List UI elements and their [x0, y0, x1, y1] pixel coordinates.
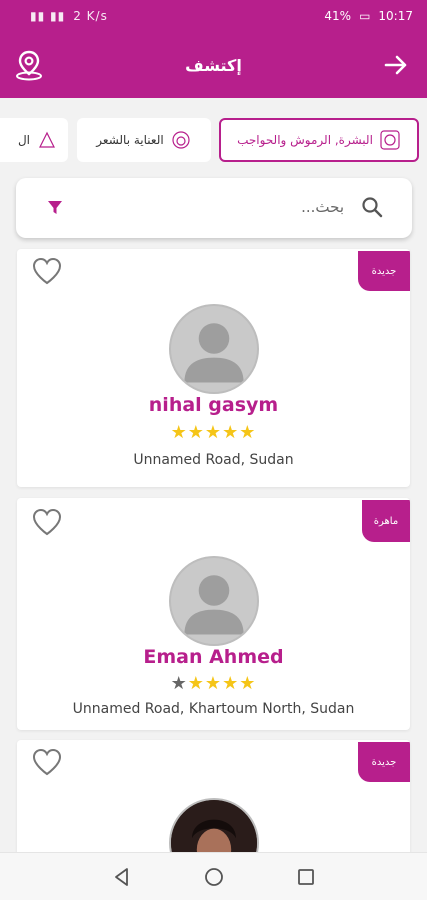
half-star-icon: ★	[170, 673, 188, 694]
category-skin-lashes-brows[interactable]: البشرة, الرموش والحواجب	[219, 118, 419, 162]
status-badge: ماهرة	[362, 500, 410, 542]
heart-icon[interactable]	[31, 257, 63, 285]
avatar	[169, 798, 259, 860]
provider-name: Eman Ahmed	[143, 646, 284, 668]
user-placeholder-icon	[184, 323, 244, 383]
arrow-right-icon[interactable]	[383, 52, 409, 78]
home-circle-icon[interactable]	[203, 866, 225, 888]
recents-square-icon[interactable]	[295, 866, 317, 888]
search-icon[interactable]	[360, 195, 384, 219]
search-bar[interactable]: بحث...	[16, 178, 412, 238]
heart-icon[interactable]	[31, 748, 63, 776]
category-label: البشرة, الرموش والحواجب	[237, 133, 373, 147]
full-stars: ★★★★	[187, 673, 257, 694]
page-title: إكتشف	[185, 55, 242, 75]
battery-level: 41%	[324, 9, 352, 23]
provider-address: Unnamed Road, Khartoum North, Sudan	[72, 701, 355, 717]
hair-icon	[172, 131, 190, 149]
user-placeholder-icon	[184, 575, 244, 635]
map-pin-icon	[16, 50, 42, 81]
system-nav-bar	[0, 852, 427, 900]
avatar	[169, 304, 259, 394]
rating-stars: ★★★★★	[17, 673, 410, 694]
status-bar: ▮▮ ▮▮ 2 K/s 41% ▭ 10:17	[0, 0, 427, 32]
signal-indicators: ▮▮ ▮▮ 2 K/s	[30, 9, 108, 23]
profile-photo	[171, 800, 257, 860]
clock: 10:17	[378, 9, 413, 23]
face-icon	[380, 130, 400, 150]
heart-icon[interactable]	[31, 508, 63, 536]
battery-icon: ▭	[359, 9, 371, 23]
status-badge: جديدة	[358, 251, 410, 291]
provider-card[interactable]: جديدة nihal gasym ★★★★★ Unnamed Road, Su…	[17, 249, 410, 487]
provider-address: Unnamed Road, Sudan	[133, 452, 294, 468]
provider-card[interactable]: ماهرة Eman Ahmed ★★★★★ Unnamed Road, Kha…	[17, 498, 410, 730]
category-label: ال	[17, 133, 30, 147]
network-speed: 2 K/s	[73, 9, 108, 23]
signal-icon: ▮▮ ▮▮	[30, 9, 66, 23]
back-triangle-icon[interactable]	[111, 866, 133, 888]
provider-card[interactable]: جديدة	[17, 740, 410, 860]
rating-stars: ★★★★★	[170, 422, 257, 443]
makeup-icon	[39, 131, 55, 148]
search-input[interactable]: بحث...	[301, 198, 344, 216]
app-bar: إكتشف	[0, 32, 427, 98]
filter-icon[interactable]	[46, 198, 64, 216]
status-badge: جديدة	[358, 742, 410, 782]
category-hair-care[interactable]: العناية بالشعر	[77, 118, 211, 162]
avatar	[169, 556, 259, 646]
category-tabs: البشرة, الرموش والحواجب العناية بالشعر ا…	[0, 98, 427, 176]
map-location-button[interactable]	[12, 48, 46, 82]
provider-name: nihal gasym	[148, 394, 279, 416]
category-label: العناية بالشعر	[96, 133, 164, 147]
category-more[interactable]: ال	[0, 118, 68, 162]
